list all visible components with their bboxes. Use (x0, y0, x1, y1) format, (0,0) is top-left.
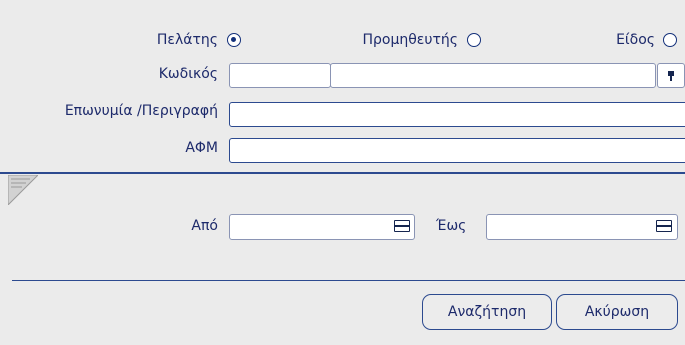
supplier-radio[interactable] (467, 33, 481, 47)
from-label: Από (191, 218, 218, 234)
search-button[interactable]: Αναζήτηση (422, 294, 552, 330)
vat-label: ΑΦΜ (185, 140, 218, 156)
from-date-picker-button[interactable] (392, 219, 412, 235)
code-label: Κωδικός (158, 66, 218, 82)
collapse-corner-icon[interactable] (8, 175, 38, 205)
to-date-picker-button[interactable] (654, 219, 674, 235)
supplier-radio-label: Προμηθευτής (362, 32, 458, 48)
vat-field[interactable] (229, 138, 685, 163)
customer-radio[interactable] (227, 33, 241, 47)
to-date-field[interactable] (486, 214, 678, 240)
section-separator-bottom (12, 280, 685, 281)
lookup-icon (668, 71, 674, 81)
code-lookup-button[interactable] (657, 63, 685, 88)
calendar-icon-bar (656, 225, 672, 227)
code-field-2[interactable] (330, 63, 656, 88)
to-label: Έως (436, 218, 467, 234)
code-field-1[interactable] (229, 63, 331, 88)
section-separator-top (0, 172, 685, 174)
item-radio-label: Είδος (616, 32, 655, 48)
calendar-icon-bar (394, 225, 410, 227)
radio-selected-dot (231, 37, 236, 42)
from-date-field[interactable] (229, 214, 415, 240)
customer-radio-label: Πελάτης (156, 32, 218, 48)
item-radio[interactable] (663, 33, 677, 47)
name-field[interactable] (229, 102, 685, 127)
name-label: Επωνυμία /Περιγραφή (64, 103, 218, 119)
cancel-button[interactable]: Ακύρωση (556, 294, 678, 330)
